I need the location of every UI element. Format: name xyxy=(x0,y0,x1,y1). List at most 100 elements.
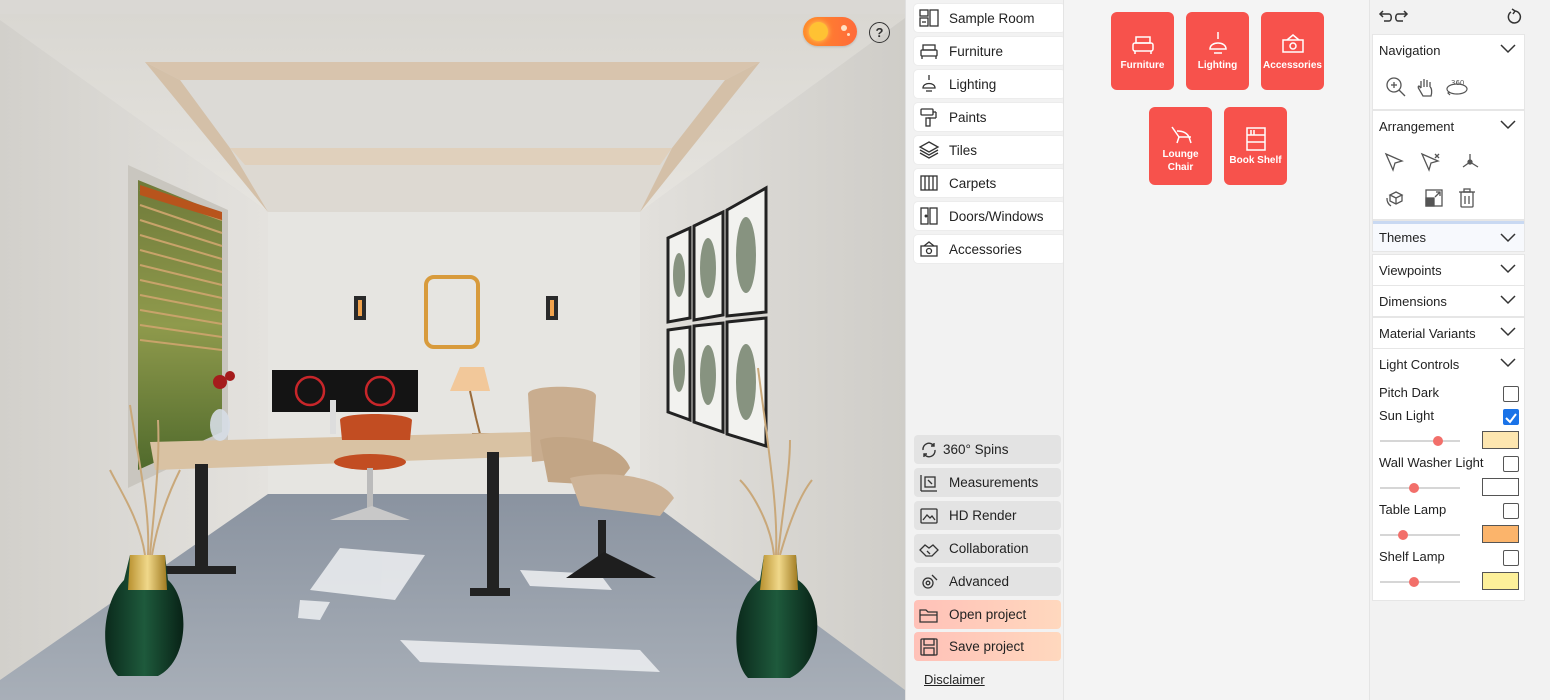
lighting-icon xyxy=(918,73,940,95)
select-cursor-icon[interactable] xyxy=(1383,151,1405,173)
measurements-icon xyxy=(918,472,940,494)
product-label: Accessories xyxy=(1263,60,1322,72)
category-sample-room[interactable]: Sample Room xyxy=(914,4,1065,32)
rotate-360-icon[interactable]: 360 xyxy=(1445,76,1468,98)
slider-thumb[interactable] xyxy=(1408,483,1419,493)
navigation-header[interactable]: Navigation xyxy=(1373,35,1524,65)
themes-section: Themes xyxy=(1372,220,1525,252)
dimensions-section: Dimensions xyxy=(1372,285,1525,317)
tool-label: HD Render xyxy=(949,508,1017,523)
hd-render-icon xyxy=(918,505,940,527)
light-label: Table Lamp xyxy=(1379,502,1447,517)
trash-icon[interactable] xyxy=(1456,187,1478,209)
rotate-360-label: 360 xyxy=(1451,79,1464,87)
redo-icon[interactable] xyxy=(1394,8,1412,26)
collaboration-icon xyxy=(918,538,940,560)
book-shelf-icon xyxy=(1241,124,1271,154)
pitch-dark-checkbox[interactable] xyxy=(1503,386,1519,402)
help-button[interactable]: ? xyxy=(869,22,890,43)
tool-label: 360° Spins xyxy=(943,442,1009,457)
shelf-lamp-color-swatch[interactable] xyxy=(1482,572,1519,590)
section-title: Dimensions xyxy=(1379,293,1447,309)
category-label: Furniture xyxy=(949,43,1004,59)
dimensions-header[interactable]: Dimensions xyxy=(1373,286,1524,316)
panel-toolbar xyxy=(1370,0,1550,34)
category-doors-windows[interactable]: Doors/Windows xyxy=(914,202,1065,230)
category-label: Doors/Windows xyxy=(949,208,1044,224)
slider-track xyxy=(1380,440,1460,442)
lounge-chair-icon xyxy=(1166,118,1196,148)
light-label: Wall Washer Light xyxy=(1379,455,1484,470)
category-accessories[interactable]: Accessories xyxy=(914,235,1065,263)
accessories-icon xyxy=(918,238,940,260)
checkmark-icon xyxy=(1505,413,1517,424)
settings-panel: Navigation 360 Arrangement Themes Viewpo… xyxy=(1369,0,1550,700)
material-variants-section: Material Variants xyxy=(1372,317,1525,349)
category-lighting[interactable]: Lighting xyxy=(914,70,1065,98)
disclaimer-link[interactable]: Disclaimer xyxy=(924,672,985,687)
tool-hd-render[interactable]: HD Render xyxy=(914,501,1061,530)
shelf-lamp-checkbox[interactable] xyxy=(1503,550,1519,566)
slider-thumb[interactable] xyxy=(1408,577,1419,587)
product-tile-accessories[interactable]: Accessories xyxy=(1261,12,1324,90)
table-lamp-color-swatch[interactable] xyxy=(1482,525,1519,543)
table-lamp-checkbox[interactable] xyxy=(1503,503,1519,519)
wall-washer-color-swatch[interactable] xyxy=(1482,478,1519,496)
doors-windows-icon xyxy=(918,205,940,227)
day-night-toggle[interactable] xyxy=(803,17,857,46)
sun-light-checkbox[interactable] xyxy=(1503,409,1519,425)
tool-measurements[interactable]: Measurements xyxy=(914,468,1061,497)
product-tile-book-shelf[interactable]: Book Shelf xyxy=(1224,107,1287,185)
category-label: Paints xyxy=(949,109,987,125)
section-title: Themes xyxy=(1379,230,1426,245)
section-title: Light Controls xyxy=(1379,356,1460,372)
slider-track xyxy=(1380,581,1460,583)
shelf-lamp-slider[interactable] xyxy=(1380,576,1460,588)
wall-washer-slider[interactable] xyxy=(1380,482,1460,494)
pan-hand-icon[interactable] xyxy=(1415,76,1437,98)
scale-icon[interactable] xyxy=(1423,187,1445,209)
sun-light-slider[interactable] xyxy=(1380,435,1460,447)
category-carpets[interactable]: Carpets xyxy=(914,169,1065,197)
open-project-button[interactable]: Open project xyxy=(914,600,1061,629)
axis-icon[interactable] xyxy=(1459,151,1481,173)
tool-label: Advanced xyxy=(949,574,1010,589)
viewpoints-header[interactable]: Viewpoints xyxy=(1373,255,1524,285)
themes-header[interactable]: Themes xyxy=(1373,221,1524,251)
light-controls-section: Light Controls Pitch Dark Sun Light Wall… xyxy=(1372,348,1525,601)
arrangement-header[interactable]: Arrangement xyxy=(1373,111,1524,141)
sun-icon xyxy=(809,22,828,41)
tool-advanced[interactable]: Advanced xyxy=(914,567,1061,596)
product-tile-lounge-chair[interactable]: Lounge Chair xyxy=(1149,107,1212,185)
reset-icon[interactable] xyxy=(1506,8,1524,26)
move-cursor-icon[interactable] xyxy=(1419,151,1441,173)
accessories-icon xyxy=(1278,29,1308,59)
slider-track xyxy=(1380,534,1460,536)
category-furniture[interactable]: Furniture xyxy=(914,37,1065,65)
carpets-icon xyxy=(918,172,940,194)
product-grid: Furniture Lighting Accessories Lounge Ch… xyxy=(1063,0,1369,700)
save-project-button[interactable]: Save project xyxy=(914,632,1061,661)
product-tile-furniture[interactable]: Furniture xyxy=(1111,12,1174,90)
tool-360-spins[interactable]: 360° Spins xyxy=(914,435,1061,464)
category-tiles[interactable]: Tiles xyxy=(914,136,1065,164)
section-title: Material Variants xyxy=(1379,325,1476,341)
material-variants-header[interactable]: Material Variants xyxy=(1373,318,1524,348)
wall-washer-checkbox[interactable] xyxy=(1503,456,1519,472)
category-paints[interactable]: Paints xyxy=(914,103,1065,131)
light-controls-header[interactable]: Light Controls xyxy=(1373,349,1524,379)
sun-light-color-swatch[interactable] xyxy=(1482,431,1519,449)
undo-icon[interactable] xyxy=(1375,8,1393,26)
slider-thumb[interactable] xyxy=(1398,530,1409,540)
section-title: Navigation xyxy=(1379,42,1441,58)
tool-label: Open project xyxy=(949,607,1027,622)
room-viewport[interactable]: ? xyxy=(0,0,905,700)
rotate-object-icon[interactable] xyxy=(1385,187,1407,209)
product-tile-lighting[interactable]: Lighting xyxy=(1186,12,1249,90)
table-lamp-slider[interactable] xyxy=(1380,529,1460,541)
zoom-icon[interactable] xyxy=(1385,76,1407,98)
tool-collaboration[interactable]: Collaboration xyxy=(914,534,1061,563)
slider-thumb[interactable] xyxy=(1432,436,1443,446)
category-label: Tiles xyxy=(949,142,978,158)
room-scene[interactable] xyxy=(0,0,905,700)
